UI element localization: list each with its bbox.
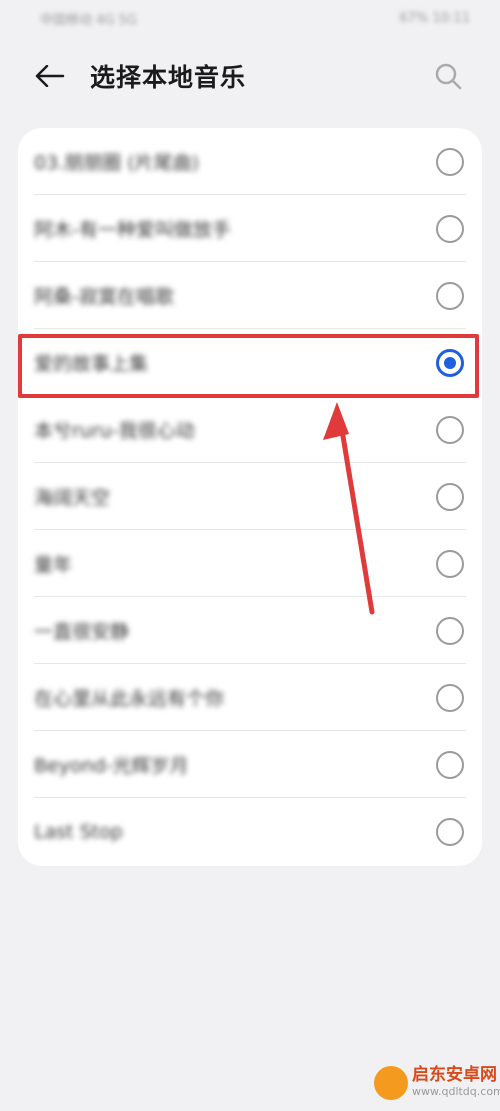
status-bar: 中国移动 4G 5G 67% 10:11 (0, 0, 500, 36)
radio-unchecked-icon[interactable] (436, 214, 464, 243)
song-label: 海阔天空 (34, 487, 111, 509)
song-label: Beyond-光辉岁月 (34, 755, 189, 777)
radio-unchecked-icon[interactable] (436, 281, 464, 310)
song-item[interactable]: 阿木-有一种爱叫做放手 (18, 195, 482, 262)
watermark-text: 启东安卓网 www.qdltdq.com (412, 1066, 500, 1098)
watermark: 启东安卓网 www.qdltdq.com (372, 1054, 500, 1111)
song-label: 童年 (34, 554, 73, 576)
song-item[interactable]: 一直很安静 (18, 597, 482, 664)
search-icon (435, 63, 462, 90)
song-label: 一直很安静 (34, 621, 130, 643)
radio-checked-icon[interactable] (436, 348, 464, 377)
arrow-left-icon (35, 65, 65, 87)
back-button[interactable] (30, 56, 70, 96)
song-item[interactable]: Last Stop (18, 798, 482, 865)
radio-unchecked-icon[interactable] (436, 415, 464, 444)
radio-unchecked-icon[interactable] (436, 817, 464, 846)
song-item[interactable]: 03.朋朋圈 (片尾曲) (18, 128, 482, 195)
song-item[interactable]: 童年 (18, 530, 482, 597)
radio-unchecked-icon[interactable] (436, 683, 464, 712)
battery-time-text: 67% 10:11 (399, 10, 471, 26)
app-header: 选择本地音乐 (0, 44, 500, 108)
search-button[interactable] (428, 56, 468, 96)
radio-dot (444, 356, 456, 369)
song-item[interactable]: 在心里从此永远有个你 (18, 664, 482, 731)
song-item[interactable]: Beyond-光辉岁月 (18, 731, 482, 798)
music-list: 03.朋朋圈 (片尾曲) 阿木-有一种爱叫做放手 阿桑-寂寞在唱歌 爱的故事上集本兮r… (18, 128, 482, 866)
carrier-text: 中国移动 4G 5G (40, 12, 137, 28)
song-label: 03.朋朋圈 (片尾曲) (34, 152, 200, 174)
song-item[interactable]: 爱的故事上集 (18, 329, 482, 396)
radio-unchecked-icon[interactable] (436, 482, 464, 511)
watermark-title: 启东安卓网 (412, 1065, 497, 1086)
radio-unchecked-icon[interactable] (436, 750, 464, 779)
song-label: 阿木-有一种爱叫做放手 (34, 219, 231, 241)
song-label: Last Stop (34, 820, 123, 843)
radio-unchecked-icon[interactable] (436, 549, 464, 578)
song-item[interactable]: 阿桑-寂寞在唱歌 (18, 262, 482, 329)
page-title: 选择本地音乐 (90, 63, 247, 92)
watermark-logo-icon (374, 1065, 408, 1100)
watermark-url: www.qdltdq.com (412, 1084, 500, 1098)
radio-unchecked-icon[interactable] (436, 147, 464, 176)
radio-unchecked-icon[interactable] (436, 616, 464, 645)
song-label: 阿桑-寂寞在唱歌 (34, 286, 174, 308)
song-label: 在心里从此永远有个你 (34, 688, 225, 710)
song-label: 本兮ruru-我很心动 (34, 420, 195, 442)
song-item[interactable]: 本兮ruru-我很心动 (18, 396, 482, 463)
song-item[interactable]: 海阔天空 (18, 463, 482, 530)
song-label: 爱的故事上集 (34, 353, 149, 375)
